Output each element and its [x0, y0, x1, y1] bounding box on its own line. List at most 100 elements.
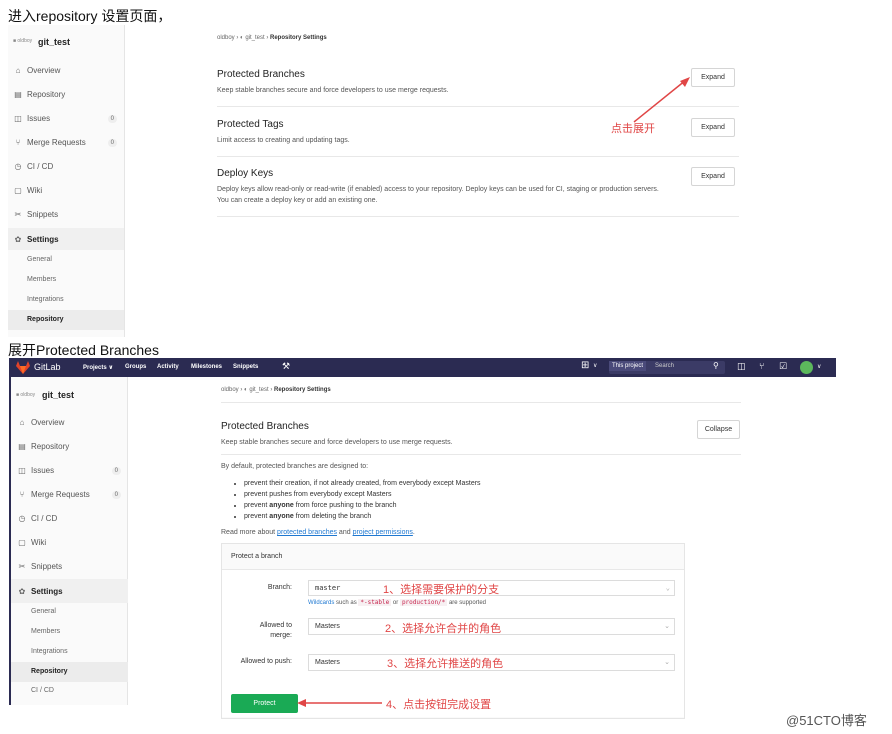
project-logo: ■ oldboy [13, 38, 33, 44]
protected-branches-desc: Keep stable branches secure and force de… [217, 87, 449, 94]
breadcrumb-user[interactable]: oldboy [217, 35, 235, 41]
issues-icon: ◫ [18, 466, 26, 475]
breadcrumb: oldboy › ◐ git_test › Repository Setting… [217, 35, 327, 41]
sidebar-item-merge-requests[interactable]: ⑂ Merge Requests 0 [13, 138, 117, 147]
chevron-down-icon: ⌄ [664, 659, 670, 666]
annotation-step-4: 4、点击按钮完成设置 [386, 699, 492, 711]
project-name[interactable]: git_test [38, 37, 70, 47]
rocket-icon: ◷ [18, 514, 26, 523]
deploy-keys-desc: Deploy keys allow read-only or read-writ… [217, 186, 659, 204]
protected-branches-desc: Keep stable branches secure and force de… [221, 439, 453, 446]
settings-sub-ci-cd[interactable]: CI / CD [31, 687, 54, 694]
home-icon: ⌂ [15, 66, 21, 75]
sidebar-item-repository[interactable]: ▤ Repository [13, 90, 117, 99]
expand-protected-tags-button[interactable]: Expand [691, 118, 735, 137]
nav-projects[interactable]: Projects ∨ [83, 364, 113, 371]
search-scope[interactable]: This project [609, 361, 647, 371]
todos-icon[interactable]: ☑ [779, 361, 787, 372]
collapse-button[interactable]: Collapse [697, 420, 740, 439]
settings-sub-members[interactable]: Members [31, 628, 60, 635]
sidebar-toggle-icon[interactable]: ◫ [737, 361, 746, 372]
caption-top: 进入repository 设置页面， [8, 8, 172, 24]
wrench-icon[interactable]: ⚒ [282, 361, 290, 372]
merge-icon: ⑂ [15, 138, 21, 147]
chevron-down-icon[interactable]: ∨ [593, 362, 597, 369]
breadcrumb: oldboy › ◐ git_test › Repository Setting… [221, 387, 331, 393]
sidebar-item-snippets[interactable]: ✂ Snippets [17, 562, 121, 571]
project-permissions-link[interactable]: project permissions [353, 529, 413, 536]
search-input[interactable]: Search [655, 363, 674, 369]
protected-branches-link[interactable]: protected branches [277, 529, 337, 536]
wiki-icon: ▢ [14, 186, 22, 195]
book-icon: ▤ [14, 90, 22, 99]
merge-icon: ⑂ [19, 490, 25, 499]
merge-count-badge: 0 [111, 490, 121, 499]
sidebar-item-snippets[interactable]: ✂ Snippets [13, 210, 117, 219]
sidebar-item-overview[interactable]: ⌂ Overview [13, 66, 117, 75]
protected-tags-title: Protected Tags [217, 119, 284, 130]
avatar-chevron-icon[interactable]: ∨ [817, 363, 821, 370]
nav-milestones[interactable]: Milestones [191, 364, 222, 370]
nav-snippets[interactable]: Snippets [233, 364, 258, 370]
breadcrumb-user[interactable]: oldboy [221, 387, 239, 393]
plus-icon[interactable]: ⊞ [581, 360, 589, 371]
project-name[interactable]: git_test [42, 390, 74, 400]
sidebar-item-ci-cd[interactable]: ◷ CI / CD [17, 514, 121, 523]
list-item: prevent their creation, if not already c… [244, 478, 481, 489]
deploy-keys-title: Deploy Keys [217, 168, 274, 179]
divider [217, 156, 739, 157]
settings-sub-repository[interactable]: Repository [8, 310, 124, 330]
read-more: Read more about protected branches and p… [221, 529, 415, 536]
scissors-icon: ✂ [14, 210, 22, 219]
push-label: Allowed to push: [240, 658, 292, 665]
top-navbar: GitLab Projects ∨ Groups Activity Milest… [9, 358, 836, 377]
gear-icon: ✿ [18, 586, 26, 596]
expand-protected-branches-button[interactable]: Expand [691, 68, 735, 87]
merge-requests-icon[interactable]: ⑂ [759, 361, 764, 371]
settings-sub-integrations[interactable]: Integrations [31, 648, 68, 655]
sidebar-item-issues[interactable]: ◫ Issues 0 [17, 466, 121, 475]
protect-button[interactable]: Protect [231, 694, 298, 713]
breadcrumb-project[interactable]: git_test [245, 35, 264, 41]
sidebar-item-ci-cd[interactable]: ◷ CI / CD [13, 162, 117, 171]
merge-count-badge: 0 [107, 138, 117, 147]
avatar[interactable] [800, 361, 813, 374]
gitlab-logo-icon[interactable] [16, 361, 30, 374]
settings-sub-general[interactable]: General [27, 256, 52, 263]
annotation-arrow [633, 77, 690, 123]
nav-activity[interactable]: Activity [157, 364, 179, 370]
breadcrumb-page: Repository Settings [270, 35, 327, 41]
scissors-icon: ✂ [18, 562, 26, 571]
divider [221, 454, 741, 455]
settings-sub-repository[interactable]: Repository [11, 662, 128, 682]
annotation-step-3: 3、选择允许推送的角色 [387, 658, 504, 670]
settings-sub-general[interactable]: General [31, 608, 56, 615]
bottom-sidebar: ■ oldboy git_test ⌂ Overview ▤ Repository … [9, 377, 128, 705]
search-box[interactable]: This project Search ⚲ [609, 361, 725, 374]
wildcards-link[interactable]: Wildcards [308, 600, 334, 606]
gitlab-brand[interactable]: GitLab [34, 362, 61, 372]
sidebar-item-repository[interactable]: ▤ Repository [17, 442, 121, 451]
sidebar-item-issues[interactable]: ◫ Issues 0 [13, 114, 117, 123]
project-logo: ■ oldboy [16, 392, 36, 398]
sidebar-item-overview[interactable]: ⌂ Overview [17, 418, 121, 427]
nav-groups[interactable]: Groups [125, 364, 146, 370]
breadcrumb-project[interactable]: git_test [249, 387, 268, 393]
sidebar-item-merge-requests[interactable]: ⑂ Merge Requests 0 [17, 490, 121, 499]
annotation-arrow [297, 699, 382, 707]
annotation-step-1: 1、选择需要保护的分支 [383, 584, 500, 596]
watermark: @51CTO博客 [786, 713, 867, 728]
book-icon: ▤ [18, 442, 26, 451]
sidebar-item-wiki[interactable]: ▢ Wiki [17, 538, 121, 547]
protected-branches-title: Protected Branches [221, 421, 309, 432]
search-icon[interactable]: ⚲ [713, 361, 719, 370]
branch-label: Branch: [267, 584, 292, 591]
settings-sub-integrations[interactable]: Integrations [27, 296, 64, 303]
sidebar-item-settings[interactable]: ✿ Settings [8, 228, 124, 250]
sidebar-item-settings[interactable]: ✿ Settings [11, 579, 128, 603]
settings-sub-members[interactable]: Members [27, 276, 56, 283]
divider [221, 402, 741, 403]
sidebar-item-wiki[interactable]: ▢ Wiki [13, 186, 117, 195]
protected-branches-title: Protected Branches [217, 69, 305, 80]
expand-deploy-keys-button[interactable]: Expand [691, 167, 735, 186]
